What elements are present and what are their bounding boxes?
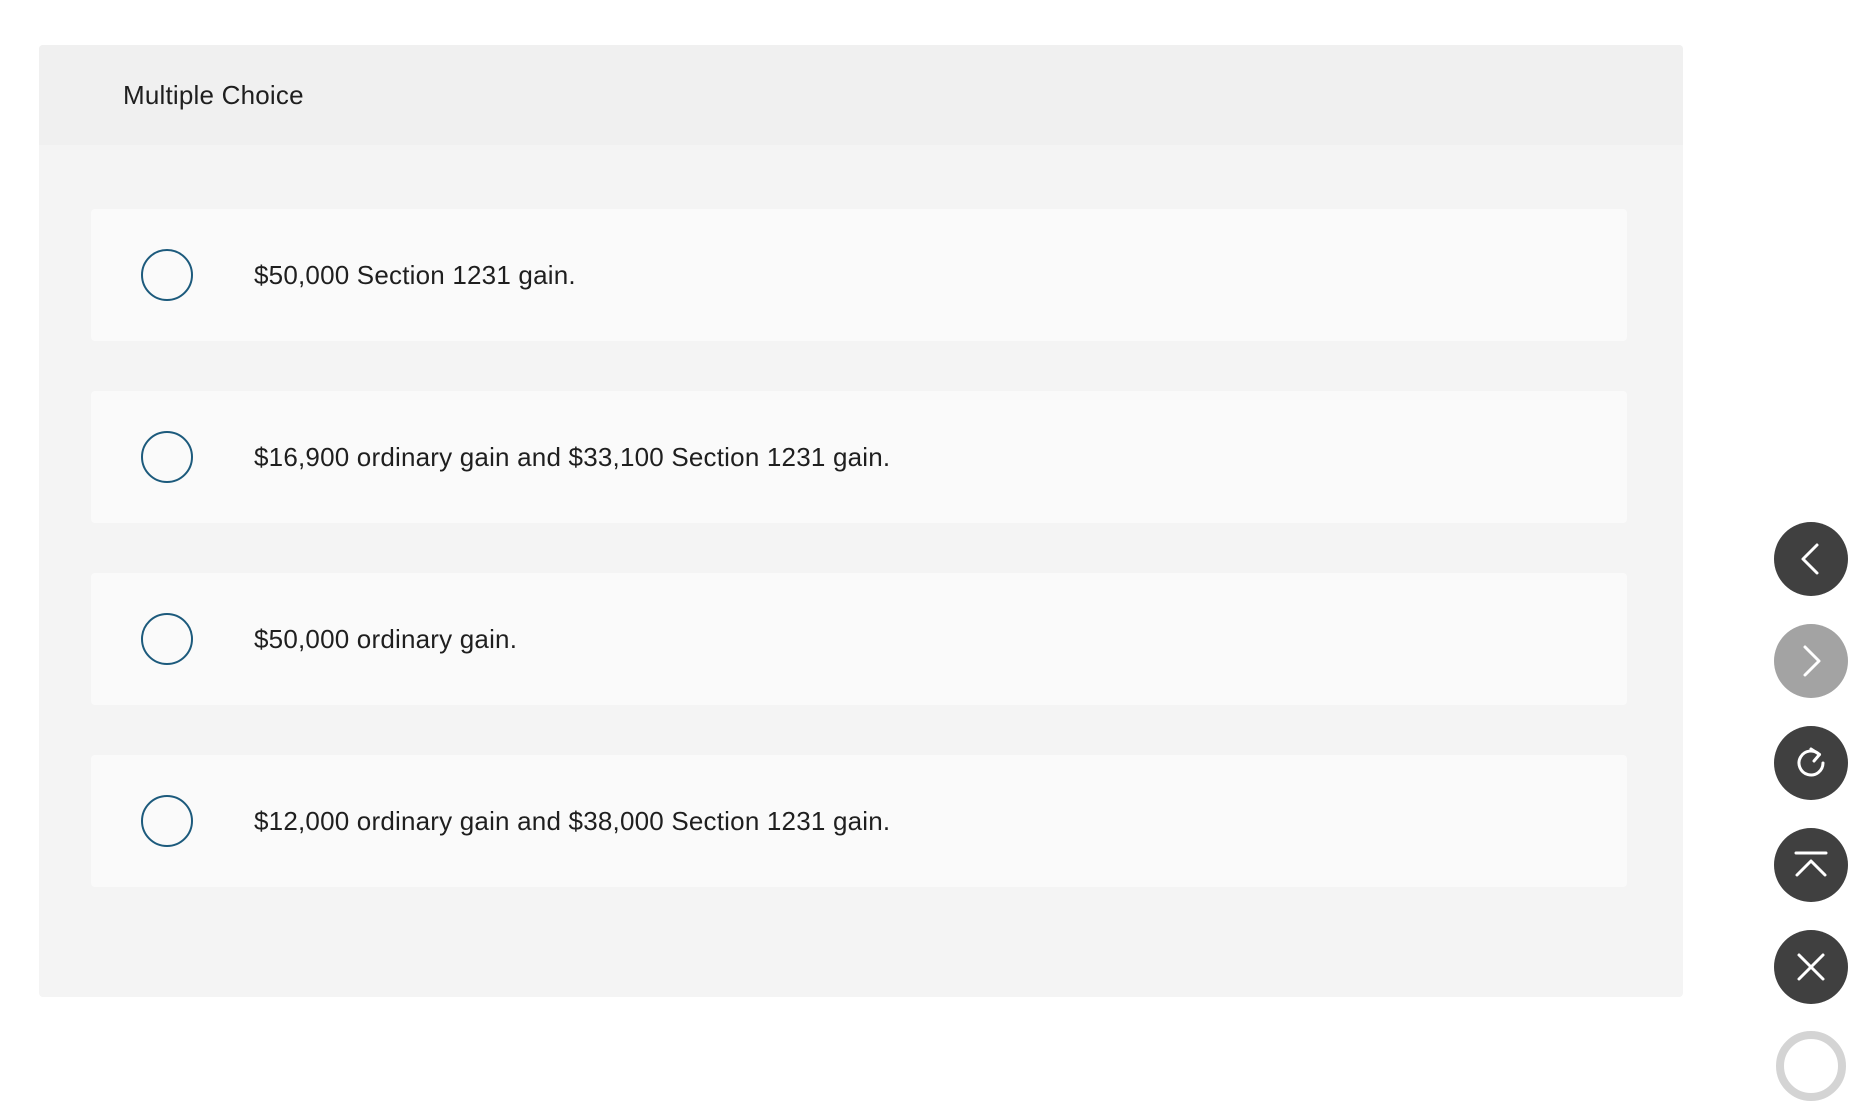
chevron-right-icon [1803, 645, 1821, 677]
choice-label: $50,000 Section 1231 gain. [254, 259, 576, 290]
next-button[interactable] [1774, 624, 1848, 698]
choice-option-4[interactable]: $12,000 ordinary gain and $38,000 Sectio… [91, 755, 1627, 887]
loading-ring-icon [1776, 1031, 1846, 1101]
question-type-header: Multiple Choice [39, 45, 1683, 145]
radio-button[interactable] [141, 431, 193, 483]
choice-label: $12,000 ordinary gain and $38,000 Sectio… [254, 805, 891, 836]
choice-label: $50,000 ordinary gain. [254, 623, 518, 654]
refresh-icon [1797, 747, 1825, 777]
scroll-top-icon [1794, 851, 1828, 877]
close-icon [1797, 953, 1825, 981]
choice-option-1[interactable]: $50,000 Section 1231 gain. [91, 209, 1627, 341]
choice-label: $16,900 ordinary gain and $33,100 Sectio… [254, 441, 891, 472]
question-card: Multiple Choice $50,000 Section 1231 gai… [39, 45, 1683, 997]
choice-list: $50,000 Section 1231 gain. $16,900 ordin… [91, 209, 1627, 937]
choice-option-3[interactable]: $50,000 ordinary gain. [91, 573, 1627, 705]
choice-option-2[interactable]: $16,900 ordinary gain and $33,100 Sectio… [91, 391, 1627, 523]
reset-button[interactable] [1774, 726, 1848, 800]
radio-button[interactable] [141, 613, 193, 665]
question-type-title: Multiple Choice [123, 79, 304, 110]
radio-button[interactable] [141, 795, 193, 847]
radio-button[interactable] [141, 249, 193, 301]
side-navigation [1774, 522, 1848, 1032]
close-button[interactable] [1774, 930, 1848, 1004]
previous-button[interactable] [1774, 522, 1848, 596]
scroll-top-button[interactable] [1774, 828, 1848, 902]
chevron-left-icon [1801, 543, 1819, 575]
